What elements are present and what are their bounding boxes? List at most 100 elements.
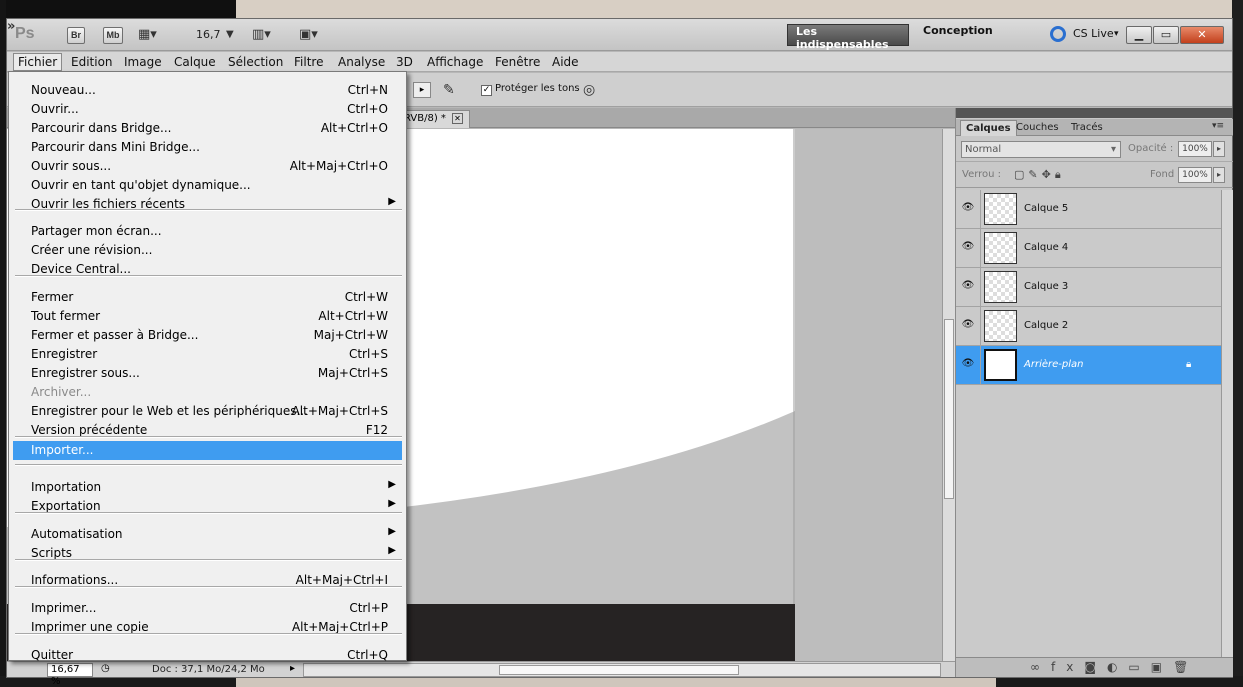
eye-icon[interactable]: 👁︎ — [961, 202, 975, 214]
workspace-essentials-button[interactable]: Les indispensables — [787, 24, 909, 51]
menu-item-place[interactable]: Importer... — [13, 441, 402, 460]
layer-row[interactable]: 👁︎ Calque 3 — [956, 268, 1221, 307]
view-extras-icon[interactable]: ▦▾ — [138, 27, 157, 43]
menu-item-browse-bridge[interactable]: Parcourir dans Bridge... Alt+Ctrl+O — [13, 119, 402, 138]
vertical-scroll-thumb[interactable] — [944, 319, 954, 499]
menu-item-import[interactable]: Importation ▶ — [13, 478, 402, 497]
horizontal-scrollbar[interactable] — [303, 663, 941, 677]
mini-bridge-button[interactable]: Mb — [103, 27, 123, 44]
tab-paths[interactable]: Tracés — [1066, 120, 1108, 136]
layer-actions-icon[interactable]: ∞fx◙◐▭▣🗑︎ — [1030, 660, 1199, 674]
lock-options-icon[interactable]: ▢✎✥🔒︎ — [1014, 168, 1065, 182]
menu-file[interactable]: Fichier — [13, 53, 63, 71]
layer-thumbnail — [984, 271, 1017, 303]
cs-live-chevron-icon[interactable]: ▾ — [1114, 29, 1119, 39]
layer-row[interactable]: 👁︎ Calque 4 — [956, 229, 1221, 268]
layer-row-selected[interactable]: 👁︎ Arrière-plan 🔒︎ — [956, 346, 1221, 385]
status-doc-info: Doc : 37,1 Mo/24,2 Mo — [152, 664, 265, 675]
eye-icon[interactable]: 👁︎ — [961, 280, 975, 292]
menu-item-close-go-bridge[interactable]: Fermer et passer à Bridge... Maj+Ctrl+W — [13, 326, 402, 345]
layer-divider — [980, 229, 981, 268]
menubar: Fichier Edition Image Calque Sélection F… — [7, 52, 1232, 72]
menu-item-create-review[interactable]: Créer une révision... — [13, 241, 402, 260]
layer-thumbnail — [984, 310, 1017, 342]
desktop-top-dark — [0, 0, 236, 18]
tab-channels[interactable]: Couches — [1011, 120, 1064, 136]
menu-view[interactable]: Affichage — [423, 54, 487, 70]
brush-picker-arrow-icon[interactable]: ▸ — [413, 82, 431, 98]
close-tab-icon[interactable]: ✕ — [451, 113, 463, 124]
bridge-button[interactable]: Br — [67, 27, 85, 44]
minimize-icon[interactable]: ▁ — [1126, 26, 1152, 44]
menu-item-close[interactable]: Fermer Ctrl+W — [13, 288, 402, 307]
blend-mode-select[interactable]: Normal — [961, 141, 1121, 158]
close-icon[interactable]: ✕ — [1180, 26, 1224, 44]
menu-item-automate[interactable]: Automatisation ▶ — [13, 525, 402, 544]
eye-icon[interactable]: 👁︎ — [961, 358, 975, 370]
airbrush-icon[interactable]: ✎ — [443, 82, 455, 98]
menu-item-open-recent[interactable]: Ouvrir les fichiers récents ▶ — [13, 195, 402, 214]
menu-item-save[interactable]: Enregistrer Ctrl+S — [13, 345, 402, 364]
submenu-arrow-icon: ▶ — [388, 196, 396, 207]
document-tab[interactable]: RVB/8) * ✕ — [397, 110, 470, 128]
menu-item-open[interactable]: Ouvrir... Ctrl+O — [13, 100, 402, 119]
menu-layer[interactable]: Calque — [170, 54, 220, 70]
menu-item-exit[interactable]: Quitter Ctrl+Q — [13, 646, 402, 665]
workspace-design-button[interactable]: Conception — [915, 24, 1005, 46]
chevron-down-icon[interactable]: ▼ — [226, 27, 234, 43]
menu-window[interactable]: Fenêtre — [491, 54, 544, 70]
menu-item-shortcut: Ctrl+O — [347, 102, 388, 116]
opacity-field[interactable]: 100% — [1178, 141, 1212, 157]
menu-item-label: Fermer — [31, 290, 74, 304]
menu-item-close-all[interactable]: Tout fermer Alt+Ctrl+W — [13, 307, 402, 326]
layer-row[interactable]: 👁︎ Calque 5 — [956, 190, 1221, 229]
menu-item-shortcut: Alt+Maj+Ctrl+S — [291, 404, 388, 418]
menu-item-label: Quitter — [31, 648, 74, 662]
zoom-level-select[interactable]: 16,7 — [196, 28, 221, 41]
fill-arrow-icon[interactable]: ▸ — [1213, 167, 1225, 183]
menu-3d[interactable]: 3D — [392, 54, 417, 70]
menu-item-save-for-web[interactable]: Enregistrer pour le Web et les périphéri… — [13, 402, 402, 421]
menu-item-new[interactable]: Nouveau... Ctrl+N — [13, 81, 402, 100]
fill-field[interactable]: 100% — [1178, 167, 1212, 183]
menu-item-open-smart-object[interactable]: Ouvrir en tant qu'objet dynamique... — [13, 176, 402, 195]
menu-item-shortcut: Alt+Maj+Ctrl+I — [295, 573, 388, 587]
panel-collapse-bar[interactable] — [956, 108, 1233, 118]
menu-item-shortcut: Alt+Maj+Ctrl+P — [291, 620, 388, 634]
vertical-scrollbar[interactable] — [942, 129, 955, 661]
tablet-pressure-icon[interactable]: ◎ — [583, 82, 595, 98]
menu-item-shortcut: Alt+Ctrl+W — [318, 309, 388, 323]
layer-name: Calque 5 — [1024, 203, 1069, 214]
opacity-arrow-icon[interactable]: ▸ — [1213, 141, 1225, 157]
menu-item-label: Parcourir dans Bridge... — [31, 121, 172, 135]
menu-edit[interactable]: Edition — [67, 54, 117, 70]
panel-menu-icon[interactable]: ▾≡ — [1212, 121, 1224, 131]
status-zoom-field[interactable]: 16,67 % — [47, 663, 93, 687]
eye-icon[interactable]: 👁︎ — [961, 241, 975, 253]
menu-item-shortcut: Ctrl+S — [348, 347, 388, 361]
eye-icon[interactable]: 👁︎ — [961, 319, 975, 331]
menu-select[interactable]: Sélection — [224, 54, 287, 70]
menu-help[interactable]: Aide — [548, 54, 583, 70]
protect-tones-checkbox[interactable]: ✓ — [481, 85, 492, 96]
layer-row[interactable]: 👁︎ Calque 2 — [956, 307, 1221, 346]
layers-scrollbar[interactable] — [1221, 190, 1233, 657]
menu-image[interactable]: Image — [120, 54, 166, 70]
menu-item-share-screen[interactable]: Partager mon écran... — [13, 222, 402, 241]
tab-layers[interactable]: Calques — [960, 120, 1017, 136]
cs-live-button[interactable]: CS Live — [1073, 27, 1114, 40]
screen-mode-icon[interactable]: ▣▾ — [299, 27, 318, 43]
menu-item-browse-mini-bridge[interactable]: Parcourir dans Mini Bridge... — [13, 138, 402, 157]
menu-filter[interactable]: Filtre — [290, 54, 327, 70]
menu-item-label: Enregistrer sous... — [31, 366, 140, 380]
menu-analysis[interactable]: Analyse — [334, 54, 389, 70]
menu-item-shortcut: Ctrl+N — [347, 83, 388, 97]
layer-name: Calque 4 — [1024, 242, 1069, 253]
arrange-documents-icon[interactable]: ▥▾ — [252, 27, 271, 43]
menu-separator — [15, 209, 402, 211]
menu-item-open-as[interactable]: Ouvrir sous... Alt+Maj+Ctrl+O — [13, 157, 402, 176]
horizontal-scroll-thumb[interactable] — [499, 665, 739, 675]
maximize-icon[interactable]: ▭ — [1153, 26, 1179, 44]
menu-item-print[interactable]: Imprimer... Ctrl+P — [13, 599, 402, 618]
menu-item-save-as[interactable]: Enregistrer sous... Maj+Ctrl+S — [13, 364, 402, 383]
